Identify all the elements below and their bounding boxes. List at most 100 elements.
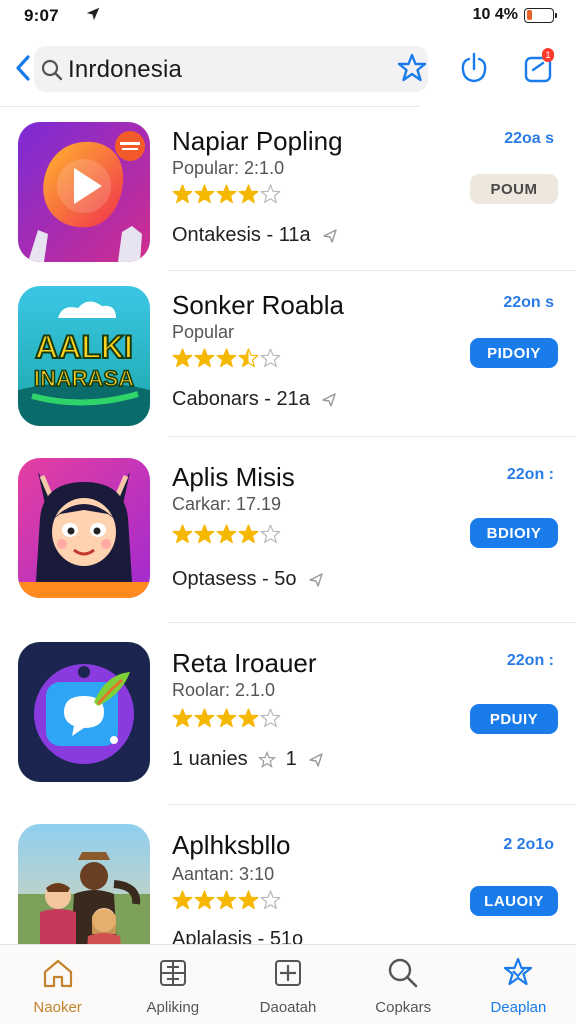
back-button[interactable] bbox=[10, 50, 36, 86]
favorites-button[interactable] bbox=[394, 50, 430, 86]
battery-percent: 10 4% bbox=[472, 6, 518, 23]
app-subtitle: Popular: 2:1.0 bbox=[172, 158, 285, 178]
app-name: Napiar Popling bbox=[172, 126, 343, 156]
app-meta-text: Aplalasis - 51o bbox=[172, 928, 304, 944]
star-filled-icon bbox=[216, 890, 237, 910]
tab-label: Daoatah bbox=[259, 999, 317, 1016]
updates-button[interactable]: 1 bbox=[520, 48, 556, 86]
chevron-left-icon bbox=[16, 55, 30, 81]
app-meta: Aplalasis - 51o bbox=[172, 928, 303, 944]
app-meta: 1 uanies 1 bbox=[172, 748, 325, 771]
aalki-logo-icon: AALKI INARASA bbox=[18, 286, 150, 426]
search-input[interactable]: Inrdonesia bbox=[34, 46, 428, 92]
app-subtitle: Aantan: 3:10 bbox=[172, 864, 275, 884]
star-empty-icon bbox=[260, 184, 281, 204]
home-icon bbox=[43, 959, 72, 988]
app-meta-text: Cabonars - 21a bbox=[172, 388, 310, 410]
star-badge-icon bbox=[504, 957, 533, 986]
star-filled-icon bbox=[238, 524, 259, 544]
tab-deaplan[interactable]: Deaplan bbox=[461, 945, 576, 1024]
star-filled-icon bbox=[172, 348, 193, 368]
star-outline-icon bbox=[257, 750, 276, 768]
star-filled-icon bbox=[172, 184, 193, 204]
get-button[interactable]: PDUIY bbox=[470, 704, 558, 734]
star-filled-icon bbox=[172, 708, 193, 728]
people-photo-icon bbox=[18, 824, 150, 944]
app-meta-count: 1 bbox=[285, 748, 297, 770]
tab-search[interactable]: Copkars bbox=[346, 945, 461, 1024]
get-button[interactable]: PIDOIY bbox=[470, 338, 558, 368]
app-size: 22oa s bbox=[504, 130, 554, 147]
rating-stars bbox=[172, 348, 281, 369]
app-name: Aplis Misis bbox=[172, 462, 295, 492]
star-filled-icon bbox=[172, 890, 193, 910]
status-right: 10 4% bbox=[472, 6, 557, 24]
star-filled-icon bbox=[194, 524, 215, 544]
svg-text:INARASA: INARASA bbox=[34, 366, 134, 391]
get-button[interactable]: LAUOIY bbox=[470, 886, 558, 916]
search-icon bbox=[41, 59, 63, 81]
update-badge: 1 bbox=[542, 48, 554, 62]
share-arrow-icon bbox=[322, 228, 337, 243]
app-subtitle: Popular bbox=[172, 322, 235, 342]
star-empty-icon bbox=[260, 524, 281, 544]
star-filled-icon bbox=[172, 524, 193, 544]
star-filled-icon bbox=[194, 184, 215, 204]
row-divider bbox=[168, 622, 576, 623]
app-meta: Cabonars - 21a bbox=[172, 388, 338, 411]
star-filled-icon bbox=[216, 184, 237, 204]
share-button[interactable] bbox=[456, 50, 492, 86]
battery-fill bbox=[526, 10, 532, 20]
status-bar: 9:07 10 4% bbox=[0, 0, 576, 34]
star-outline-icon bbox=[397, 53, 427, 82]
star-empty-icon bbox=[260, 890, 281, 910]
star-half-icon bbox=[238, 348, 259, 368]
apps-grid-icon bbox=[159, 960, 186, 986]
star-filled-icon bbox=[194, 348, 215, 368]
search-icon bbox=[389, 958, 418, 988]
share-arrow-icon bbox=[322, 392, 336, 407]
row-divider bbox=[168, 436, 576, 437]
battery-icon bbox=[524, 7, 557, 23]
tab-label: Apliking bbox=[146, 999, 200, 1016]
star-filled-icon bbox=[216, 348, 237, 368]
app-name: Reta Iroauer bbox=[172, 648, 317, 678]
star-filled-icon bbox=[216, 708, 237, 728]
share-arrow-icon bbox=[308, 572, 323, 587]
share-arrow-icon bbox=[309, 752, 323, 767]
share-icon bbox=[461, 52, 487, 83]
app-name: Sonker Roabla bbox=[172, 290, 344, 320]
tab-add[interactable]: Daoatah bbox=[230, 945, 345, 1024]
video-play-icon bbox=[18, 122, 150, 262]
get-button[interactable]: POUM bbox=[470, 174, 558, 204]
app-meta: Optasess - 5o bbox=[172, 568, 325, 591]
star-filled-icon bbox=[238, 890, 259, 910]
app-name: Aplhksbllo bbox=[172, 830, 291, 860]
search-header: Inrdonesia 1 bbox=[0, 40, 576, 107]
row-divider bbox=[168, 804, 576, 805]
get-button[interactable]: BDIOIY bbox=[470, 518, 558, 548]
tab-label: Naoker bbox=[33, 999, 82, 1016]
star-filled-icon bbox=[194, 890, 215, 910]
app-size: 22on : bbox=[506, 466, 554, 483]
app-size: 2 2o1o bbox=[503, 836, 554, 853]
add-box-icon bbox=[275, 960, 301, 986]
status-time: 9:07 bbox=[24, 6, 59, 25]
tab-apps[interactable]: Apliking bbox=[115, 945, 230, 1024]
row-divider bbox=[168, 270, 576, 271]
tab-label: Deaplan bbox=[490, 999, 547, 1016]
star-filled-icon bbox=[194, 708, 215, 728]
rating-stars bbox=[172, 524, 281, 545]
app-subtitle: Carkar: 17.19 bbox=[172, 494, 282, 514]
anime-character-icon bbox=[18, 458, 150, 598]
search-query-text: Inrdonesia bbox=[68, 56, 183, 83]
app-meta: Ontakesis - 11a bbox=[172, 224, 339, 247]
tab-home[interactable]: Naoker bbox=[0, 945, 115, 1024]
app-meta-text: 1 uanies bbox=[172, 748, 248, 770]
location-arrow-icon bbox=[86, 7, 100, 21]
rating-stars bbox=[172, 890, 281, 911]
rating-stars bbox=[172, 708, 281, 729]
app-list: Napiar Popling Popular: 2:1.0 Ontakesis … bbox=[0, 108, 576, 944]
star-empty-icon bbox=[260, 348, 281, 368]
svg-text:AALKI: AALKI bbox=[35, 329, 133, 365]
